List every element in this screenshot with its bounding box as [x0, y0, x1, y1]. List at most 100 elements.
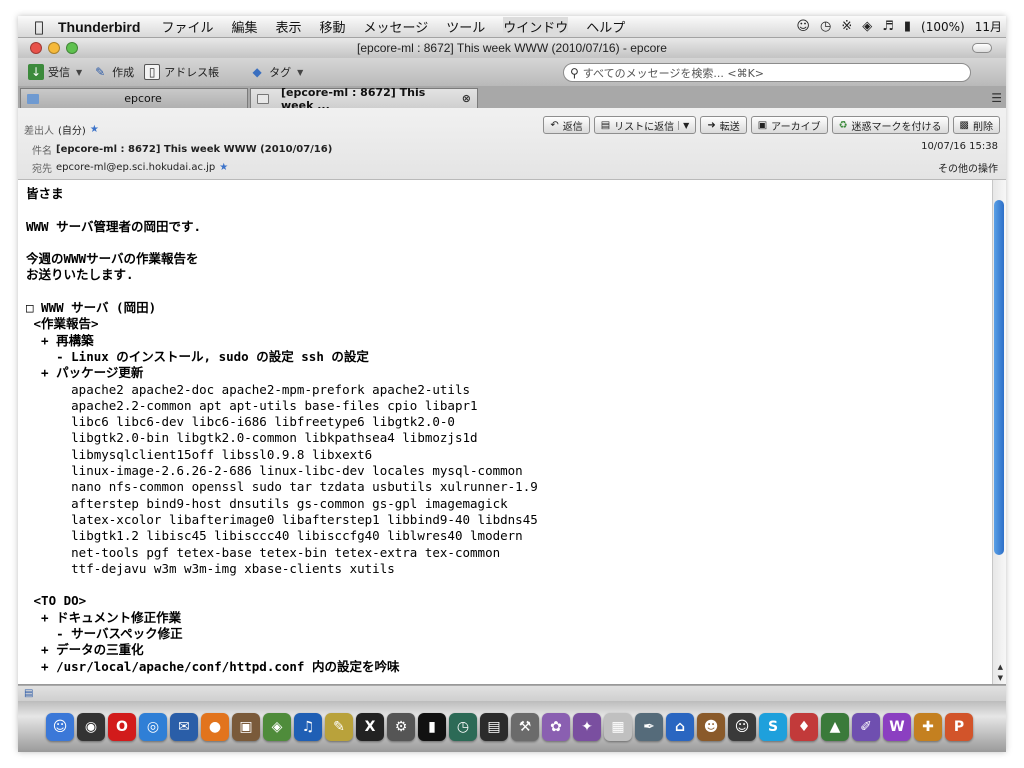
- clock[interactable]: 11月: [975, 18, 1002, 35]
- get-mail-button[interactable]: ↓ 受信 ▼: [28, 64, 82, 80]
- x11-icon[interactable]: X: [356, 712, 384, 741]
- chevron-down-icon[interactable]: ▼: [297, 68, 303, 77]
- tag-button[interactable]: ◆ タグ ▼: [249, 64, 304, 80]
- safari-icon[interactable]: ◎: [139, 712, 167, 741]
- to-value[interactable]: epcore-ml@ep.sci.hokudai.ac.jp: [56, 162, 215, 173]
- scroll-down-icon[interactable]: ▼: [998, 674, 1003, 682]
- message-line: net-tools pgf tetex-base tetex-bin tetex…: [26, 544, 501, 560]
- thunderbird-icon[interactable]: ✉: [170, 712, 198, 741]
- folder-icon: [27, 93, 39, 104]
- tab-strip: epcore [epcore-ml : 8672] This week ... …: [18, 86, 1006, 112]
- home-icon[interactable]: ⌂: [666, 712, 694, 741]
- star-icon[interactable]: ★: [219, 162, 228, 173]
- powerpoint-icon[interactable]: P: [945, 712, 973, 741]
- app-menu[interactable]: Thunderbird: [58, 19, 140, 35]
- message-line: linux-image-2.6.26-2-686 linux-libc-dev …: [26, 463, 523, 479]
- menu-help[interactable]: ヘルプ: [586, 17, 625, 36]
- gimp-icon[interactable]: ✦: [573, 712, 601, 741]
- subject-label: 件名: [32, 146, 52, 157]
- delete-button[interactable]: ▩ 削除: [952, 116, 1000, 134]
- itunes-icon[interactable]: ♫: [294, 712, 322, 741]
- pin-icon[interactable]: ♦: [790, 712, 818, 741]
- dashboard-icon[interactable]: ◉: [77, 712, 105, 741]
- monitor-icon[interactable]: ▤: [480, 712, 508, 741]
- ink-icon[interactable]: ✒: [635, 712, 663, 741]
- system-icon[interactable]: ⚙: [387, 712, 415, 741]
- chevron-down-icon[interactable]: ▼: [76, 68, 82, 77]
- message-line: ttf-dejavu w3m w3m-img xbase-clients xut…: [26, 560, 395, 576]
- toolbar-toggle-button[interactable]: [972, 43, 992, 53]
- pen-icon[interactable]: ✐: [852, 712, 880, 741]
- address-book-button[interactable]: ▯ アドレス帳: [144, 64, 219, 80]
- close-window-button[interactable]: [30, 42, 42, 54]
- menu-view[interactable]: 表示: [275, 17, 301, 36]
- scrollbar[interactable]: ▲ ▼: [992, 180, 1006, 684]
- finder-icon[interactable]: ☺: [46, 712, 74, 741]
- message-actions: ↶ 返信 ▤ リストに返信 ▼ ➜ 転送 ▣ アーカイブ ♻ 迷惑マークを付ける…: [543, 116, 1000, 134]
- time-machine-icon[interactable]: ◷: [820, 19, 831, 34]
- menu-message[interactable]: メッセージ: [364, 17, 429, 36]
- tab-folder[interactable]: epcore: [20, 88, 248, 108]
- message-line: - Linux のインストール, sudo の設定 ssh の設定: [26, 348, 369, 364]
- battery-percent: (100%): [921, 19, 965, 34]
- wifi-icon[interactable]: ◈: [862, 19, 872, 34]
- apple-menu-icon[interactable]: : [26, 18, 52, 36]
- preview-icon[interactable]: ◈: [263, 712, 291, 741]
- message-header: 差出人 (自分) ★ ↶ 返信 ▤ リストに返信 ▼ ➜ 転送 ▣ アーカイブ: [18, 108, 1006, 180]
- forward-button[interactable]: ➜ 転送: [700, 116, 747, 134]
- battery-icon[interactable]: ▮: [904, 19, 911, 34]
- forward-icon: ➜: [707, 119, 716, 131]
- status-area: ☺ ◷ ※ ◈ ♬ ▮ (100%) 11月: [796, 18, 1006, 35]
- message-line: [26, 235, 986, 251]
- calendar-icon[interactable]: ▦: [604, 712, 632, 741]
- menu-tools[interactable]: ツール: [446, 17, 485, 36]
- word-icon[interactable]: W: [883, 712, 911, 741]
- message-icon: [257, 93, 269, 104]
- tab-message[interactable]: [epcore-ml : 8672] This week ... ⊗: [250, 86, 478, 112]
- minimize-window-button[interactable]: [48, 42, 60, 54]
- archive-button[interactable]: ▣ アーカイブ: [750, 116, 828, 134]
- message-line: apache2 apache2-doc apache2-mpm-prefork …: [26, 381, 471, 397]
- opera-icon[interactable]: O: [108, 712, 136, 741]
- smiley-icon[interactable]: ☺: [728, 712, 756, 741]
- terminal-icon[interactable]: ▮: [418, 712, 446, 741]
- timemachine-icon[interactable]: ◷: [449, 712, 477, 741]
- message-line: libc6 libc6-dev libc6-i686 libfreetype6 …: [26, 414, 455, 430]
- close-tab-icon[interactable]: ⊗: [462, 92, 471, 105]
- junk-button[interactable]: ♻ 迷惑マークを付ける: [831, 116, 949, 134]
- owl-icon[interactable]: ☻: [697, 712, 725, 741]
- photo-icon[interactable]: ▣: [232, 712, 260, 741]
- reply-list-button[interactable]: ▤ リストに返信 ▼: [593, 116, 697, 134]
- tab-list-icon[interactable]: ☰: [991, 91, 1002, 105]
- sync-icon[interactable]: ☺: [796, 19, 810, 34]
- message-line: お送りいたします.: [26, 267, 134, 283]
- graph-icon[interactable]: ▲: [821, 712, 849, 741]
- tool-icon[interactable]: ✚: [914, 712, 942, 741]
- other-actions-button[interactable]: その他の操作: [938, 160, 998, 175]
- chevron-down-icon[interactable]: ▼: [678, 120, 689, 130]
- zoom-window-button[interactable]: [66, 42, 78, 54]
- editor-icon[interactable]: ✎: [325, 712, 353, 741]
- message-line: + 再構築: [26, 332, 94, 348]
- bluetooth-icon[interactable]: ※: [841, 19, 852, 34]
- paint-icon[interactable]: ✿: [542, 712, 570, 741]
- menu-file[interactable]: ファイル: [161, 17, 213, 36]
- online-status-icon[interactable]: ▤: [24, 688, 33, 699]
- firefox-icon[interactable]: ●: [201, 712, 229, 741]
- scrollbar-thumb[interactable]: [994, 200, 1004, 555]
- menu-go[interactable]: 移動: [319, 17, 345, 36]
- menu-window[interactable]: ウインドウ: [503, 17, 569, 36]
- menu-edit[interactable]: 編集: [231, 17, 257, 36]
- skype-icon[interactable]: S: [759, 712, 787, 741]
- reply-button[interactable]: ↶ 返信: [543, 116, 590, 134]
- from-value[interactable]: (自分): [58, 122, 86, 137]
- message-line: <TO DO>: [26, 593, 87, 609]
- volume-icon[interactable]: ♬: [882, 19, 894, 34]
- star-icon[interactable]: ★: [90, 124, 99, 135]
- compose-button[interactable]: ✎ 作成: [92, 64, 134, 80]
- utility-icon[interactable]: ⚒: [511, 712, 539, 741]
- message-line: 今週のWWWサーバの作業報告を: [26, 251, 199, 267]
- search-input[interactable]: ⚲ すべてのメッセージを検索... <⌘K>: [563, 63, 971, 82]
- scroll-up-icon[interactable]: ▲: [998, 663, 1003, 671]
- message-line: libmysqlclient15off libssl0.9.8 libxext6: [26, 446, 373, 462]
